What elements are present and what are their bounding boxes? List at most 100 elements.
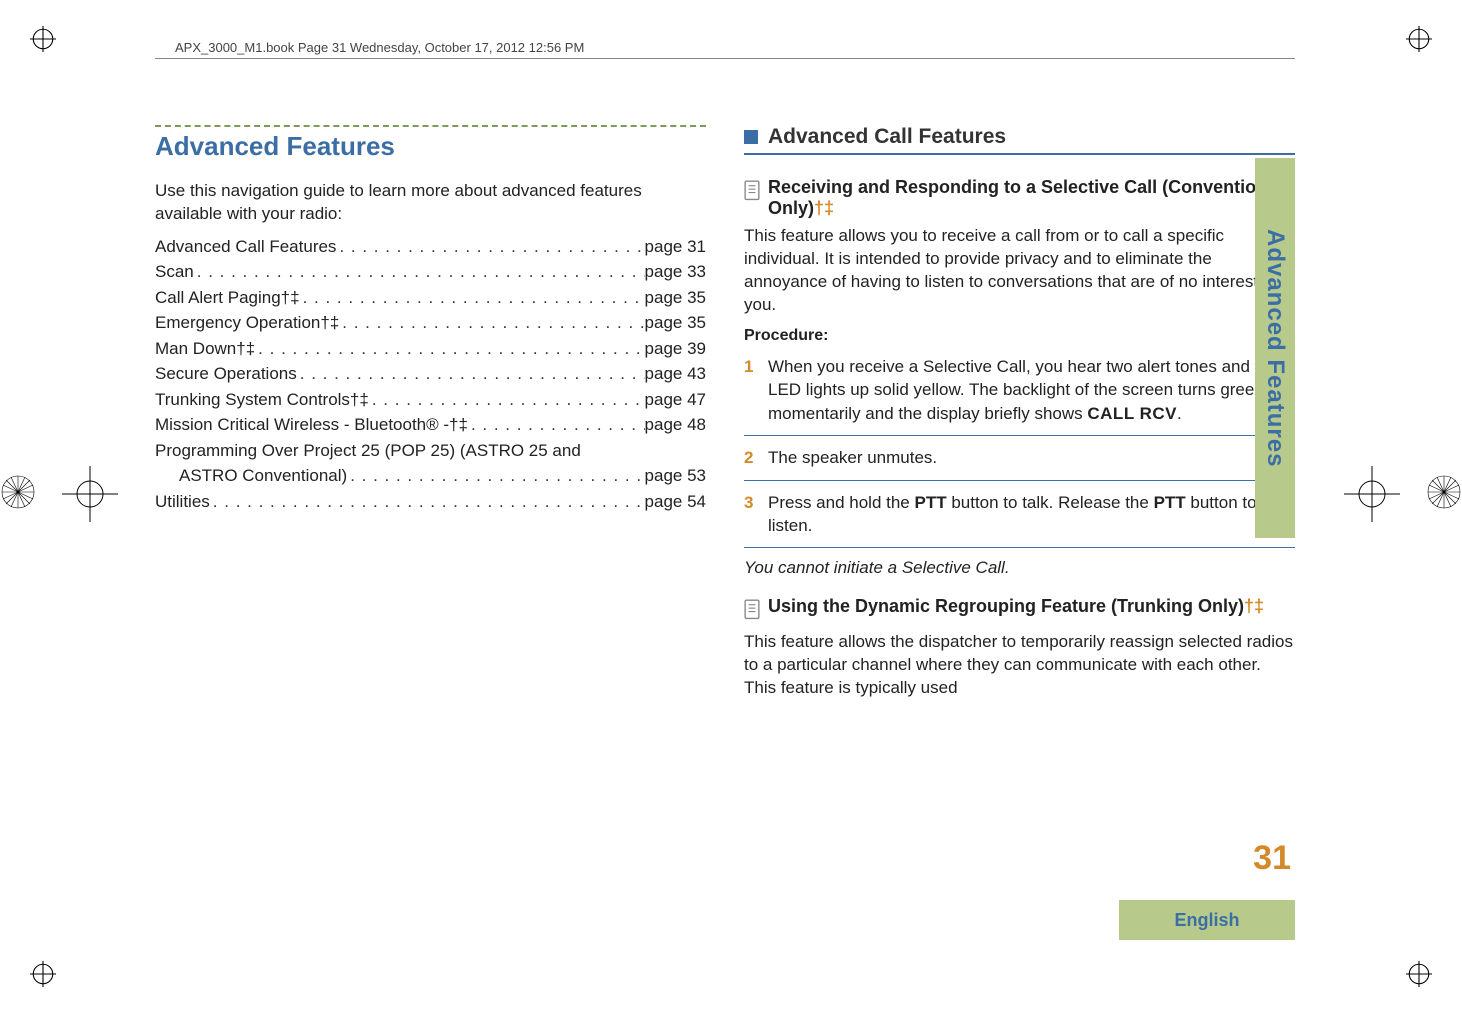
sub2-body: This feature allows the dispatcher to te… xyxy=(744,631,1295,700)
ptt-button-label: PTT xyxy=(914,493,946,512)
toc-label: Call Alert Paging†‡ xyxy=(155,285,300,311)
table-of-contents: Advanced Call Features page 31 Scan page 33… xyxy=(155,234,706,515)
toc-page: page 35 xyxy=(645,285,706,311)
color-wheel-right xyxy=(1426,474,1462,510)
doc-glyph-icon xyxy=(744,180,760,206)
toc-label: Advanced Call Features xyxy=(155,234,336,260)
step-number: 2 xyxy=(744,446,758,469)
toc-page: page 33 xyxy=(645,259,706,285)
toc-label: Mission Critical Wireless - Bluetooth® -… xyxy=(155,412,468,438)
toc-leader-dots xyxy=(336,234,644,260)
side-tab: Advanced Features xyxy=(1255,158,1295,538)
toc-line: Secure Operations page 43 xyxy=(155,361,706,387)
toc-line: ASTRO Conventional) page 53 xyxy=(155,463,706,489)
header-rule xyxy=(155,58,1295,59)
toc-leader-dots xyxy=(255,336,644,362)
toc-page: page 43 xyxy=(645,361,706,387)
toc-leader-dots xyxy=(297,361,645,387)
toc-label: Man Down†‡ xyxy=(155,336,255,362)
crop-cross-left xyxy=(62,466,118,522)
subhead-marker: †‡ xyxy=(1244,596,1264,616)
subhead-selective-call: Receiving and Responding to a Selective … xyxy=(744,177,1295,219)
note: You cannot initiate a Selective Call. xyxy=(744,558,1295,578)
step-number: 1 xyxy=(744,355,758,425)
procedure-label: Procedure: xyxy=(744,327,1295,345)
toc-line: Man Down†‡ page 39 xyxy=(155,336,706,362)
sub1-body: This feature allows you to receive a cal… xyxy=(744,225,1295,317)
footer-language-tab: English xyxy=(1119,900,1295,940)
page-number: 31 xyxy=(1253,839,1291,878)
crop-cross-right xyxy=(1344,466,1400,522)
toc-label: ASTRO Conventional) xyxy=(179,463,347,489)
section-bullet-icon xyxy=(744,130,758,144)
step-number: 3 xyxy=(744,491,758,538)
toc-leader-dots xyxy=(347,463,644,489)
content-columns: Advanced Features Use this navigation gu… xyxy=(155,125,1295,708)
subhead-marker: †‡ xyxy=(814,198,834,218)
right-column: Advanced Call Features Receiving and Res… xyxy=(744,125,1295,708)
step-1: 1 When you receive a Selective Call, you… xyxy=(744,355,1295,435)
toc-page: page 47 xyxy=(645,387,706,413)
section-heading-row: Advanced Call Features xyxy=(744,125,1295,149)
step-3: 3 Press and hold the PTT button to talk.… xyxy=(744,491,1295,548)
toc-line: Programming Over Project 25 (POP 25) (AS… xyxy=(155,438,706,464)
doc-glyph-icon xyxy=(744,599,760,625)
subhead-text: Receiving and Responding to a Selective … xyxy=(768,177,1282,218)
toc-label: Scan xyxy=(155,259,194,285)
section-rule xyxy=(744,153,1295,155)
display-value: CALL RCV xyxy=(1087,404,1177,423)
step-2: 2 The speaker unmutes. xyxy=(744,446,1295,479)
step-text-a: Press and hold the xyxy=(768,493,914,512)
toc-page: page 54 xyxy=(645,489,706,515)
step-text-a: When you receive a Selective Call, you h… xyxy=(768,357,1278,423)
toc-page: page 39 xyxy=(645,336,706,362)
page: APX_3000_M1.book Page 31 Wednesday, Octo… xyxy=(155,40,1295,940)
section-heading: Advanced Call Features xyxy=(768,125,1006,149)
side-tab-label: Advanced Features xyxy=(1261,229,1289,467)
toc-label: Secure Operations xyxy=(155,361,297,387)
step-rule xyxy=(744,547,1295,548)
toc-leader-dots xyxy=(210,489,645,515)
intro-paragraph: Use this navigation guide to learn more … xyxy=(155,180,706,226)
toc-page: page 53 xyxy=(645,463,706,489)
toc-leader-dots xyxy=(339,310,644,336)
toc-line: Utilities page 54 xyxy=(155,489,706,515)
subhead-text: Using the Dynamic Regrouping Feature (Tr… xyxy=(768,596,1244,616)
print-reg-tr xyxy=(1406,26,1432,52)
ptt-button-label: PTT xyxy=(1154,493,1186,512)
subhead-dynamic-regroup: Using the Dynamic Regrouping Feature (Tr… xyxy=(744,596,1295,625)
running-header: APX_3000_M1.book Page 31 Wednesday, Octo… xyxy=(175,40,584,55)
footer-language-label: English xyxy=(1174,910,1239,931)
step-text-b: . xyxy=(1177,404,1182,423)
toc-label: Emergency Operation†‡ xyxy=(155,310,339,336)
subhead-title: Using the Dynamic Regrouping Feature (Tr… xyxy=(768,596,1264,617)
title-dash-rule xyxy=(155,125,706,127)
toc-label: Trunking System Controls†‡ xyxy=(155,387,369,413)
step-text-b: button to talk. Release the xyxy=(947,493,1154,512)
toc-leader-dots xyxy=(300,285,645,311)
step-text: The speaker unmutes. xyxy=(768,446,937,469)
print-reg-tl xyxy=(30,26,56,52)
toc-line: Advanced Call Features page 31 xyxy=(155,234,706,260)
toc-page: page 31 xyxy=(645,234,706,260)
color-wheel-left xyxy=(0,474,36,510)
print-reg-br xyxy=(1406,961,1432,987)
toc-line: Call Alert Paging†‡ page 35 xyxy=(155,285,706,311)
left-column: Advanced Features Use this navigation gu… xyxy=(155,125,706,708)
step-text: Press and hold the PTT button to talk. R… xyxy=(768,491,1295,538)
toc-line: Scan page 33 xyxy=(155,259,706,285)
toc-label: Utilities xyxy=(155,489,210,515)
toc-line: Mission Critical Wireless - Bluetooth® -… xyxy=(155,412,706,438)
toc-leader-dots xyxy=(369,387,645,413)
step-rule xyxy=(744,435,1295,436)
toc-page: page 35 xyxy=(645,310,706,336)
step-text: When you receive a Selective Call, you h… xyxy=(768,355,1295,425)
toc-page: page 48 xyxy=(645,412,706,438)
toc-leader-dots xyxy=(194,259,645,285)
print-reg-bl xyxy=(30,961,56,987)
subhead-title: Receiving and Responding to a Selective … xyxy=(768,177,1295,219)
toc-label: Programming Over Project 25 (POP 25) (AS… xyxy=(155,438,581,464)
toc-line: Trunking System Controls†‡ page 47 xyxy=(155,387,706,413)
page-title: Advanced Features xyxy=(155,131,706,162)
toc-line: Emergency Operation†‡ page 35 xyxy=(155,310,706,336)
